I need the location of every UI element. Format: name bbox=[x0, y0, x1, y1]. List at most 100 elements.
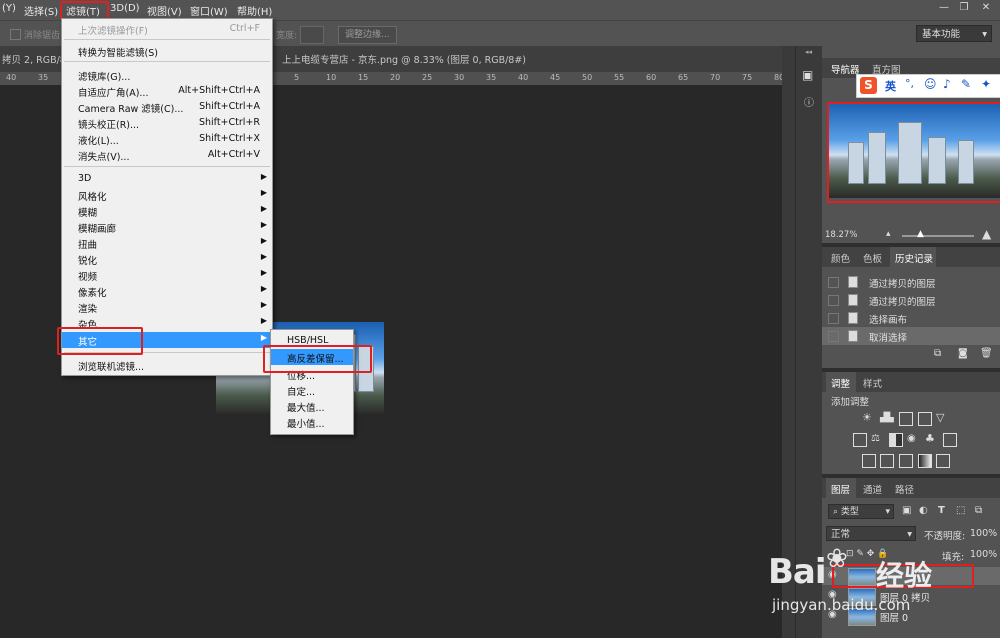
menu-item-sharpen[interactable]: 锐化 ▶ bbox=[62, 251, 272, 267]
color-lookup-icon[interactable] bbox=[943, 433, 957, 447]
keyboard-icon[interactable]: ✎ bbox=[961, 77, 971, 91]
menu-item-render[interactable]: 渲染 ▶ bbox=[62, 299, 272, 315]
zoom-slider[interactable] bbox=[902, 235, 974, 237]
curves-icon[interactable] bbox=[899, 412, 913, 426]
menu-item-distort[interactable]: 扭曲 ▶ bbox=[62, 235, 272, 251]
emoji-icon[interactable]: ☺ bbox=[924, 77, 937, 91]
hue-saturation-icon[interactable] bbox=[853, 433, 867, 447]
gradient-map-icon[interactable] bbox=[918, 454, 932, 468]
menu-item-pixelate[interactable]: 像素化 ▶ bbox=[62, 283, 272, 299]
history-row[interactable]: 通过拷贝的图层 bbox=[822, 273, 1000, 291]
tab-channels[interactable]: 通道 bbox=[863, 482, 882, 496]
minimize-icon[interactable]: — bbox=[936, 2, 952, 16]
adjustment-filter-icon[interactable]: ◐ bbox=[919, 505, 928, 516]
tab-swatches[interactable]: 色板 bbox=[863, 251, 882, 265]
tab-adjustments[interactable]: 调整 bbox=[831, 376, 850, 390]
workspace-select[interactable]: 基本功能 ▾ bbox=[916, 25, 992, 42]
color-balance-icon[interactable]: ⚖ bbox=[871, 433, 883, 445]
tab-document-2[interactable]: 上上电缆专营店 - 京东.png @ 8.33% (图层 0, RGB/8#) bbox=[282, 52, 526, 66]
invert-icon[interactable] bbox=[862, 454, 876, 468]
width-label: 宽度: bbox=[276, 31, 298, 41]
submenu-item-maximum[interactable]: 最大值... bbox=[271, 398, 353, 414]
submenu-item-minimum[interactable]: 最小值... bbox=[271, 414, 353, 430]
menu-item-blur[interactable]: 模糊 ▶ bbox=[62, 203, 272, 219]
ime-toolbar: S 英 °, ☺ ♪ ✎ ✦ bbox=[856, 74, 1000, 98]
new-document-from-state-icon[interactable]: ⧉ bbox=[934, 348, 941, 359]
black-white-icon[interactable] bbox=[889, 433, 903, 447]
collapse-arrows-icon[interactable]: ◂◂ bbox=[805, 48, 812, 56]
menu-item-smart-filter[interactable]: 转换为智能滤镜(S) bbox=[62, 43, 272, 59]
tab-paths[interactable]: 路径 bbox=[895, 482, 914, 496]
palette-icon[interactable]: ▣ bbox=[802, 68, 813, 82]
menu-select[interactable]: 选择(S) bbox=[24, 3, 58, 18]
ime-logo-icon[interactable]: S bbox=[860, 77, 877, 94]
document-icon bbox=[848, 294, 858, 306]
restore-icon[interactable]: ❐ bbox=[956, 2, 972, 16]
menu-item-3d[interactable]: 3D ▶ bbox=[62, 171, 272, 187]
tab-history[interactable]: 历史记录 bbox=[895, 251, 933, 265]
info-icon[interactable]: ⓘ bbox=[804, 94, 814, 109]
ruler-tick-label: 65 bbox=[678, 73, 689, 82]
type-filter-icon[interactable]: T bbox=[938, 505, 945, 516]
menu-item-blur-gallery[interactable]: 模糊画廊 ▶ bbox=[62, 219, 272, 235]
trash-icon[interactable]: 🗑 bbox=[980, 348, 993, 359]
menu-help[interactable]: 帮助(H) bbox=[237, 3, 272, 18]
menu-item-browse-online[interactable]: 浏览联机滤镜... bbox=[62, 357, 272, 373]
skin-icon[interactable]: ✦ bbox=[981, 77, 991, 91]
history-row[interactable]: 选择画布 bbox=[822, 309, 1000, 327]
menu-item-camera-raw[interactable]: Camera Raw 滤镜(C)... Shift+Ctrl+A bbox=[62, 99, 272, 115]
submenu-item-custom[interactable]: 自定... bbox=[271, 382, 353, 398]
posterize-icon[interactable] bbox=[880, 454, 894, 468]
highlight-other bbox=[57, 327, 143, 355]
menu-item-gallery[interactable]: 滤镜库(G)... bbox=[62, 67, 272, 83]
menu-item-lens-correction[interactable]: 镜头校正(R)... Shift+Ctrl+R bbox=[62, 115, 272, 131]
menu-view[interactable]: 视图(V) bbox=[147, 3, 182, 18]
ruler-tick-label: 75 bbox=[742, 73, 753, 82]
menu-item-stylize[interactable]: 风格化 ▶ bbox=[62, 187, 272, 203]
photo-filter-icon[interactable]: ◉ bbox=[907, 433, 919, 445]
submenu-arrow-icon: ▶ bbox=[260, 188, 267, 197]
refine-edge-button[interactable]: 调整边缘... bbox=[338, 26, 397, 44]
mic-icon[interactable]: ♪ bbox=[943, 77, 951, 91]
brightness-icon[interactable]: ☀ bbox=[862, 412, 874, 424]
tab-color[interactable]: 颜色 bbox=[831, 251, 850, 265]
menu-item-vanishing-point[interactable]: 消失点(V)... Alt+Ctrl+V bbox=[62, 147, 272, 163]
levels-icon[interactable]: ▟▙ bbox=[880, 412, 894, 424]
shape-filter-icon[interactable]: ⬚ bbox=[956, 505, 965, 516]
tab-styles[interactable]: 样式 bbox=[863, 376, 882, 390]
close-icon[interactable]: ✕ bbox=[978, 2, 994, 16]
ruler-tick-label: 15 bbox=[358, 73, 369, 82]
exposure-icon[interactable] bbox=[918, 412, 932, 426]
opacity-value[interactable]: 100% bbox=[970, 528, 997, 539]
zoom-value[interactable]: 18.27% bbox=[825, 230, 857, 240]
chevron-down-icon: ▾ bbox=[982, 29, 987, 40]
history-row[interactable]: 通过拷贝的图层 bbox=[822, 291, 1000, 309]
history-row-current[interactable]: 取消选择 bbox=[822, 327, 1000, 345]
zoom-out-icon[interactable]: ▴ bbox=[886, 229, 891, 239]
layer-filter-select[interactable]: ⌕ 类型 ▾ bbox=[828, 504, 894, 519]
vibrance-icon[interactable]: ▽ bbox=[936, 412, 948, 424]
zoom-in-icon[interactable]: ▲ bbox=[982, 227, 991, 241]
menu-item-liquify[interactable]: 液化(L)... Shift+Ctrl+X bbox=[62, 131, 272, 147]
menu-window[interactable]: 窗口(W) bbox=[190, 3, 228, 18]
width-input[interactable] bbox=[300, 26, 324, 44]
menu-image[interactable]: (Y) bbox=[2, 3, 16, 14]
punctuation-icon[interactable]: °, bbox=[905, 77, 914, 90]
threshold-icon[interactable] bbox=[899, 454, 913, 468]
pixel-filter-icon[interactable]: ▣ bbox=[902, 505, 911, 516]
channel-mixer-icon[interactable]: ♣ bbox=[925, 433, 937, 445]
zoom-slider-thumb[interactable]: ▲ bbox=[917, 229, 924, 239]
tab-layers[interactable]: 图层 bbox=[831, 482, 850, 496]
menu-item-adaptive-wide-angle[interactable]: 自适应广角(A)... Alt+Shift+Ctrl+A bbox=[62, 83, 272, 99]
menu-3d[interactable]: 3D(D) bbox=[110, 3, 140, 14]
menu-item-video[interactable]: 视频 ▶ bbox=[62, 267, 272, 283]
blend-mode-select[interactable]: 正常 ▾ bbox=[826, 526, 916, 541]
submenu-arrow-icon: ▶ bbox=[260, 300, 267, 309]
smart-object-filter-icon[interactable]: ⧉ bbox=[975, 505, 982, 516]
camera-icon[interactable]: ◙ bbox=[958, 348, 968, 359]
selective-color-icon[interactable] bbox=[936, 454, 950, 468]
right-panels: 导航器 直方图 S 英 °, ☺ ♪ ✎ ✦ 18.27% ▴ ▲ ▲ 颜色 色… bbox=[822, 46, 1000, 638]
ime-lang[interactable]: 英 bbox=[885, 78, 896, 94]
antialias-checkbox[interactable] bbox=[10, 29, 21, 40]
workspace-label: 基本功能 bbox=[922, 29, 961, 40]
